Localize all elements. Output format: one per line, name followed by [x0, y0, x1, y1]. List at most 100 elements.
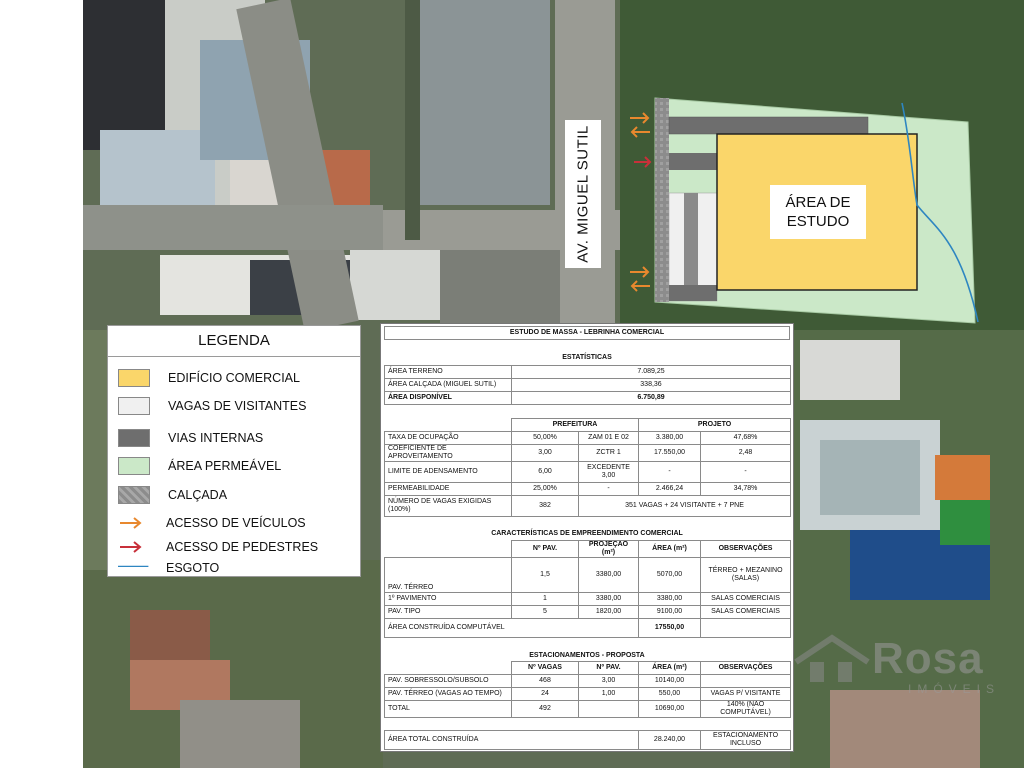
commercial-swatch	[118, 369, 150, 387]
table-row: ÁREA TERRENO 7.089,25	[384, 365, 791, 379]
total-value: 28.240,00	[638, 730, 701, 750]
table-row: PREFEITURA PROJETO	[385, 418, 792, 432]
estac-cell: 492	[511, 700, 579, 718]
legend-label: EDIFÍCIO COMERCIAL	[168, 371, 300, 385]
table-row: 1º PAVIMENTO 1 3380,00 3380,00 SALAS COM…	[384, 592, 791, 606]
caract-title: CARACTERÍSTICAS DE EMPREENDIMENTO COMERC…	[491, 530, 683, 537]
caract-label: PAV. TIPO	[384, 605, 512, 619]
estac-table: Nº VAGAS Nº PAV. ÁREA (m²) OBSERVAÇÕES P…	[384, 661, 791, 718]
param-cell: -	[638, 461, 702, 483]
study-area-label-line1: ÁREA DE	[785, 194, 851, 211]
param-cell: 17.550,00	[638, 444, 702, 462]
stats-table: ÁREA TERRENO 7.089,25 ÁREA CALÇADA (MIGU…	[384, 365, 791, 405]
param-cell: ZCTR 1	[577, 444, 640, 462]
params-table: PREFEITURA PROJETO TAXA DE OCUPAÇÃO 50,0…	[384, 418, 792, 517]
internal-road-top	[669, 117, 868, 134]
legend-item-permeable: ÁREA PERMEÁVEL	[118, 456, 281, 476]
param-cell: 3.380,00	[638, 431, 702, 445]
estac-cell	[700, 674, 791, 688]
param-label: NÚMERO DE VAGAS EXIGIDAS (100%)	[384, 495, 512, 517]
total-obs: ESTACIONAMENTO INCLUSO	[700, 730, 791, 750]
param-label: LIMITE DE ADENSAMENTO	[384, 461, 512, 483]
legend-item-commercial: EDIFÍCIO COMERCIAL	[118, 368, 300, 388]
table-row: ÁREA CALÇADA (MIGUEL SUTIL) 338,36	[384, 378, 791, 392]
estac-cell: VAGAS P/ VISITANTE	[700, 687, 791, 701]
table-row: ÁREA DISPONÍVEL 6.750,89	[384, 391, 791, 405]
stat-value: 6.750,89	[511, 391, 791, 405]
legend-item-pedestrian-access: ACESSO DE PEDESTRES	[118, 537, 318, 557]
legend-label: ESGOTO	[166, 561, 220, 575]
column-header: OBSERVAÇÕES	[700, 661, 791, 675]
column-header: ÁREA (m²)	[638, 540, 701, 558]
prefeitura-header: PREFEITURA	[510, 418, 640, 432]
estac-cell: 10690,00	[638, 700, 701, 718]
caract-cell: 1	[511, 592, 579, 606]
legend-item-internal-roads: VIAS INTERNAS	[118, 428, 263, 448]
legend-title: LEGENDA	[198, 332, 270, 349]
table-row: PAV. TÉRREO 1,5 3380,00 5070,00 TÉRREO +…	[384, 557, 791, 593]
caract-cell: TÉRREO + MEZANINO (SALAS)	[700, 557, 791, 593]
legend-item-visitor-parking: VAGAS DE VISITANTES	[118, 396, 306, 416]
estac-label: PAV. TÉRREO (VAGAS AO TEMPO)	[384, 687, 512, 701]
estac-label: TOTAL	[384, 700, 512, 718]
watermark: Rosa IMÓVEIS	[790, 630, 1020, 700]
legend-label: ÁREA PERMEÁVEL	[168, 459, 282, 473]
caract-cell: 1820,00	[578, 605, 639, 619]
column-header: ÁREA (m²)	[638, 661, 701, 675]
legend-item-sidewalk: CALÇADA	[118, 485, 227, 505]
orange-arrow-icon	[118, 514, 150, 532]
legend-label: CALÇADA	[168, 488, 228, 502]
param-cell: 34,78%	[700, 482, 792, 496]
stat-label: ÁREA CALÇADA (MIGUEL SUTIL)	[384, 378, 512, 392]
legend-box: LEGENDA EDIFÍCIO COMERCIAL VAGAS DE VISI…	[107, 325, 361, 577]
estac-cell: 140% (NÃO COMPUTÁVEL)	[700, 700, 791, 718]
param-cell: 50,00%	[511, 431, 579, 445]
table-row: TOTAL 492 10690,00 140% (NÃO COMPUTÁVEL)	[384, 700, 791, 718]
caract-total-label: ÁREA CONSTRUÍDA COMPUTÁVEL	[384, 618, 639, 638]
road-label-text: AV. MIGUEL SUTIL	[574, 125, 592, 263]
param-cell: 3,00	[511, 444, 579, 462]
param-cell: 351 VAGAS + 24 VISITANTE + 7 PNE	[577, 495, 792, 517]
stat-label: ÁREA TERRENO	[384, 365, 512, 379]
param-cell: 382	[511, 495, 579, 517]
caract-cell: SALAS COMERCIAIS	[700, 605, 791, 619]
caract-cell: 3380,00	[578, 557, 639, 593]
study-title: ESTUDO DE MASSA - LEBRINHA COMERCIAL	[384, 326, 790, 340]
param-cell: 47,68%	[700, 431, 792, 445]
param-cell: -	[700, 461, 792, 483]
estac-cell: 550,00	[638, 687, 701, 701]
house-logo-icon	[794, 634, 870, 682]
caract-label: PAV. TÉRREO	[384, 557, 512, 593]
caract-cell: 9100,00	[638, 605, 701, 619]
study-area-label: ÁREA DE ESTUDO	[770, 185, 866, 239]
legend-label: VIAS INTERNAS	[168, 431, 264, 445]
visitor-parking-swatch	[118, 397, 150, 415]
legend-item-vehicle-access: ACESSO DE VEÍCULOS	[118, 513, 306, 533]
total-label: ÁREA TOTAL CONSTRUÍDA	[384, 730, 639, 750]
estac-cell	[578, 700, 639, 718]
table-row: LIMITE DE ADENSAMENTO 6,00 EXCEDENTE 3,0…	[384, 461, 792, 483]
estac-cell: 3,00	[578, 674, 639, 688]
blue-line-icon	[118, 559, 150, 577]
legend-label: ACESSO DE VEÍCULOS	[166, 516, 306, 530]
study-area-label-line2: ESTUDO	[786, 213, 850, 230]
param-cell: -	[577, 482, 640, 496]
caract-cell: SALAS COMERCIAIS	[700, 592, 791, 606]
caract-cell: 1,5	[511, 557, 579, 593]
map-stage: AV. MIGUEL SUTIL ÁREA DE ESTUDO LEGENDA …	[0, 0, 1024, 768]
stat-value: 7.089,25	[511, 365, 791, 379]
legend-label: ACESSO DE PEDESTRES	[166, 540, 319, 554]
legend-divider	[108, 356, 360, 357]
column-header: OBSERVAÇÕES	[700, 540, 791, 558]
red-arrow-icon	[118, 538, 150, 556]
column-header: Nº PAV.	[578, 661, 639, 675]
table-row: COEFICIENTE DE APROVEITAMENTO 3,00 ZCTR …	[384, 444, 792, 462]
caract-cell: 3380,00	[578, 592, 639, 606]
param-label: PERMEABILIDADE	[384, 482, 512, 496]
param-label: TAXA DE OCUPAÇÃO	[384, 431, 512, 445]
projeto-header: PROJETO	[638, 418, 792, 432]
caract-table: Nº PAV. PROJEÇÃO (m²) ÁREA (m²) OBSERVAÇ…	[384, 540, 791, 638]
param-cell: 2.466,24	[638, 482, 702, 496]
param-cell: 2,48	[700, 444, 792, 462]
caract-cell: 3380,00	[638, 592, 701, 606]
